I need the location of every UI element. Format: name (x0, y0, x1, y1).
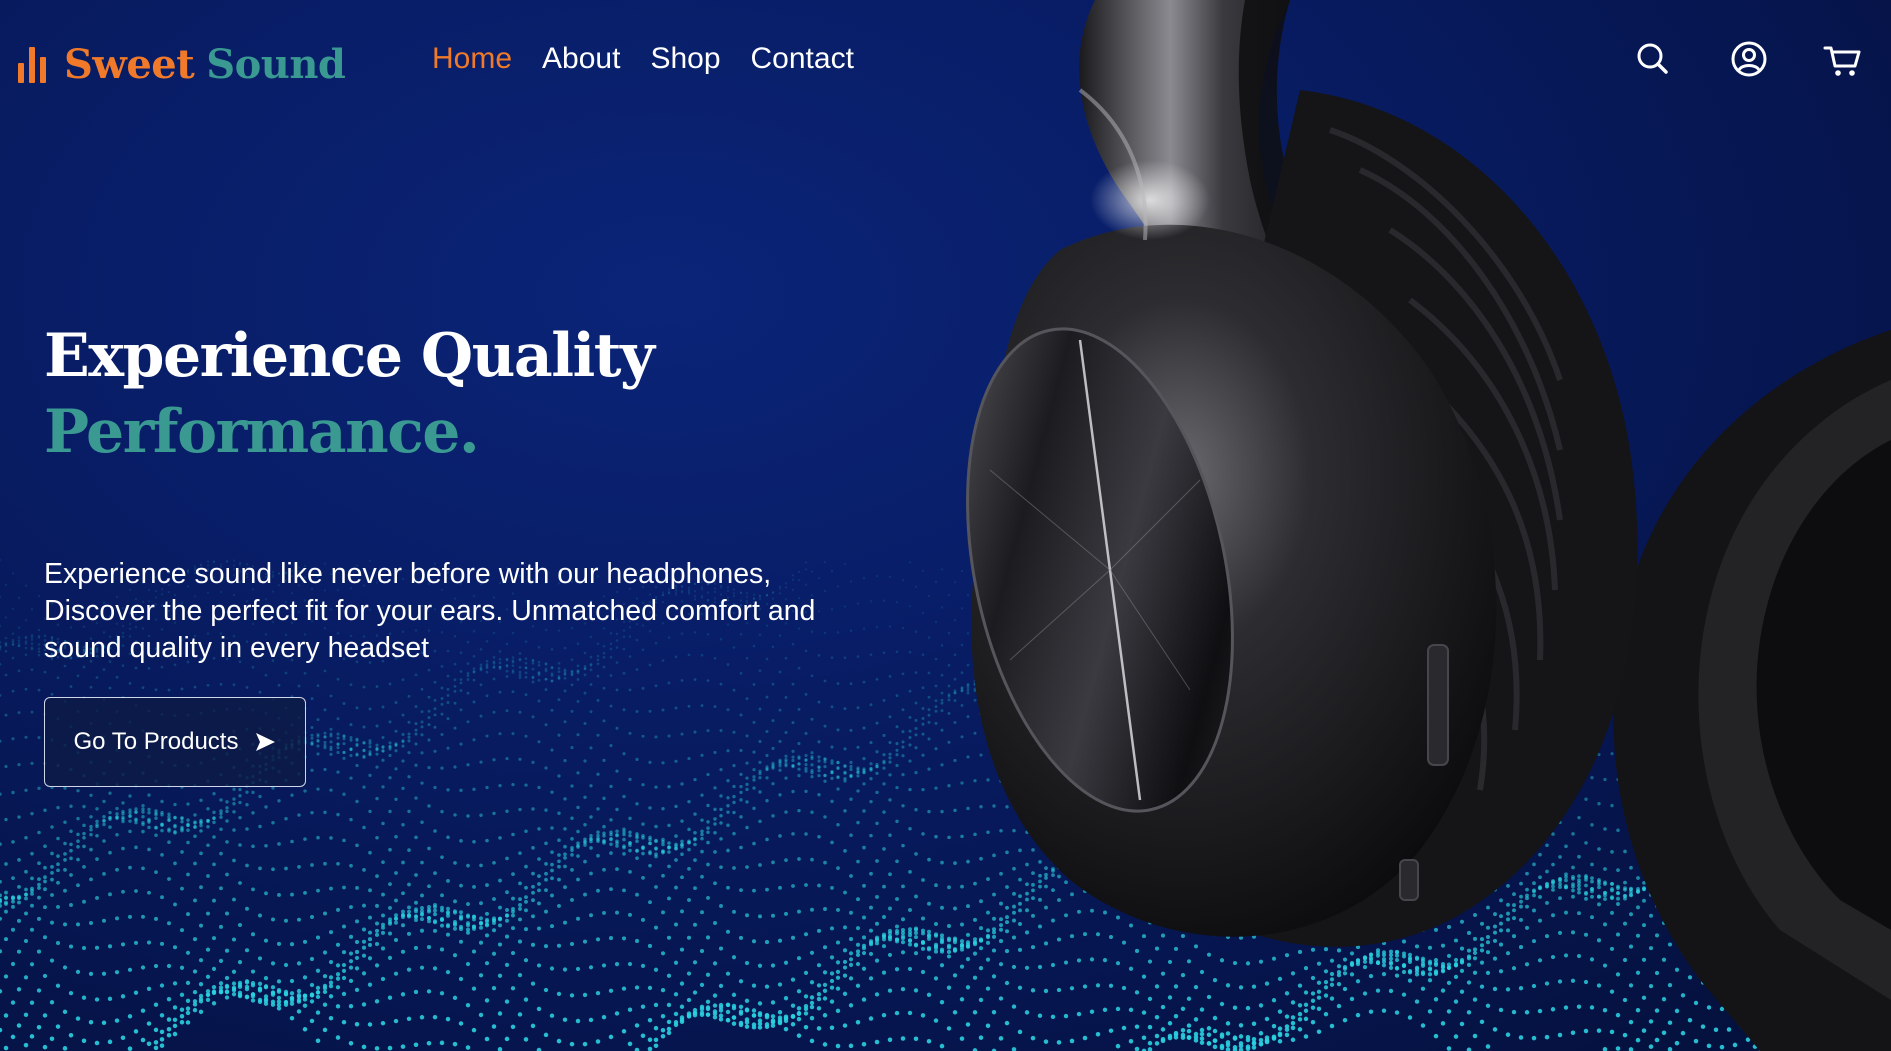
page: Sweet Sound Home About Shop Contact Exper… (0, 0, 1891, 1051)
